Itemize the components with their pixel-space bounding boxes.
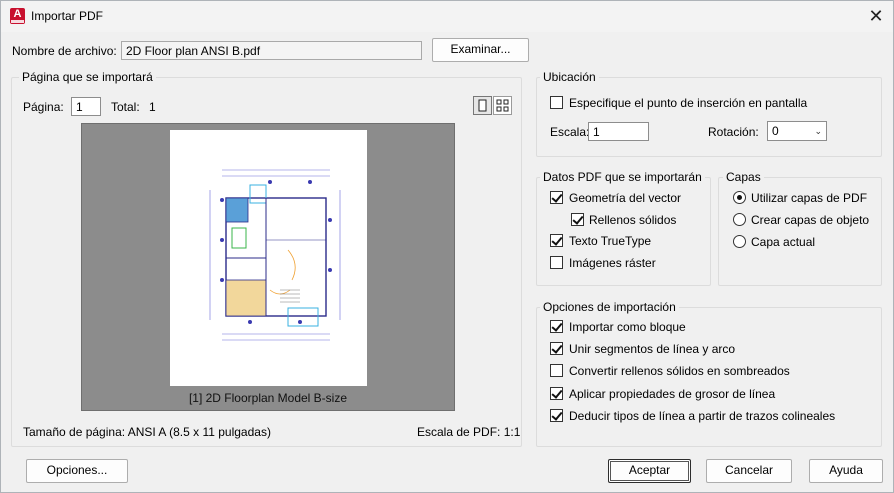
page-size-label: Tamaño de página: ANSI A (8.5 x 11 pulga… (23, 425, 271, 439)
page-preview: [1] 2D Floorplan Model B-size (81, 123, 455, 411)
convert-fills-label: Convertir rellenos sólidos en sombreados (569, 364, 790, 378)
solid-fills-checkbox[interactable] (571, 213, 584, 226)
accept-button[interactable]: Aceptar (608, 459, 691, 483)
raster-images-label: Imágenes ráster (569, 256, 656, 270)
vector-geometry-label: Geometría del vector (569, 191, 682, 205)
file-name-field: 2D Floor plan ANSI B.pdf (121, 41, 422, 60)
infer-linetypes-checkbox[interactable] (550, 409, 563, 422)
location-group (536, 77, 882, 157)
current-layer-label: Capa actual (751, 235, 816, 249)
options-button[interactable]: Opciones... (26, 459, 128, 483)
autocad-app-icon: A (10, 8, 25, 24)
location-group-title: Ubicación (540, 70, 599, 84)
solid-fills-label: Rellenos sólidos (589, 213, 677, 227)
specify-onscreen-checkbox[interactable] (550, 96, 563, 109)
truetype-text-checkbox[interactable] (550, 234, 563, 247)
total-label: Total: (111, 100, 140, 114)
pdf-data-group-title: Datos PDF que se importarán (540, 170, 705, 184)
apply-lineweight-checkbox[interactable] (550, 387, 563, 400)
browse-button[interactable]: Examinar... (432, 38, 529, 62)
specify-onscreen-label: Especifique el punto de inserción en pan… (569, 96, 808, 110)
import-pdf-dialog: A Importar PDF ✕ Nombre de archivo: 2D F… (0, 0, 894, 493)
infer-linetypes-label: Deducir tipos de línea a partir de trazo… (569, 409, 836, 423)
pdf-scale-value: 1:1 (503, 425, 521, 439)
page-number-input[interactable]: 1 (71, 97, 101, 116)
import-as-block-checkbox[interactable] (550, 320, 563, 333)
single-page-view-icon[interactable] (473, 96, 492, 115)
scale-input[interactable]: 1 (588, 122, 649, 141)
floor-plan-drawing (209, 169, 341, 341)
layers-group-title: Capas (723, 170, 764, 184)
title-bar: A Importar PDF ✕ (1, 1, 893, 32)
cancel-button[interactable]: Cancelar (706, 459, 792, 483)
file-name-label: Nombre de archivo: (12, 44, 117, 58)
import-as-block-label: Importar como bloque (569, 320, 686, 334)
scale-label: Escala: (550, 125, 590, 139)
help-button[interactable]: Ayuda (809, 459, 883, 483)
page-label: Página: (23, 100, 64, 114)
page-size-value: ANSI A (8.5 x 11 pulgadas) (127, 425, 271, 439)
close-icon[interactable]: ✕ (859, 1, 893, 32)
vector-geometry-checkbox[interactable] (550, 191, 563, 204)
preview-caption: [1] 2D Floorplan Model B-size (188, 391, 348, 405)
import-options-group-title: Opciones de importación (540, 300, 679, 314)
page-thumbnail (170, 130, 367, 386)
page-group-title: Página que se importará (19, 70, 156, 84)
convert-fills-checkbox[interactable] (550, 364, 563, 377)
current-layer-radio[interactable] (733, 235, 746, 248)
use-pdf-layers-radio[interactable] (733, 191, 746, 204)
create-object-layers-radio[interactable] (733, 213, 746, 226)
join-segments-label: Unir segmentos de línea y arco (569, 342, 736, 356)
chevron-down-icon: ⌄ (814, 126, 822, 136)
window-title: Importar PDF (31, 9, 104, 23)
total-value: 1 (149, 100, 156, 114)
thumbnail-grid-icon[interactable] (493, 96, 512, 115)
pdf-scale-label: Escala de PDF: 1:1 (417, 425, 521, 439)
rotation-label: Rotación: (708, 125, 759, 139)
join-segments-checkbox[interactable] (550, 342, 563, 355)
apply-lineweight-label: Aplicar propiedades de grosor de línea (569, 387, 776, 401)
rotation-combo[interactable]: 0 ⌄ (767, 121, 827, 141)
truetype-text-label: Texto TrueType (569, 234, 652, 248)
create-object-layers-label: Crear capas de objeto (751, 213, 870, 227)
use-pdf-layers-label: Utilizar capas de PDF (751, 191, 868, 205)
raster-images-checkbox[interactable] (550, 256, 563, 269)
